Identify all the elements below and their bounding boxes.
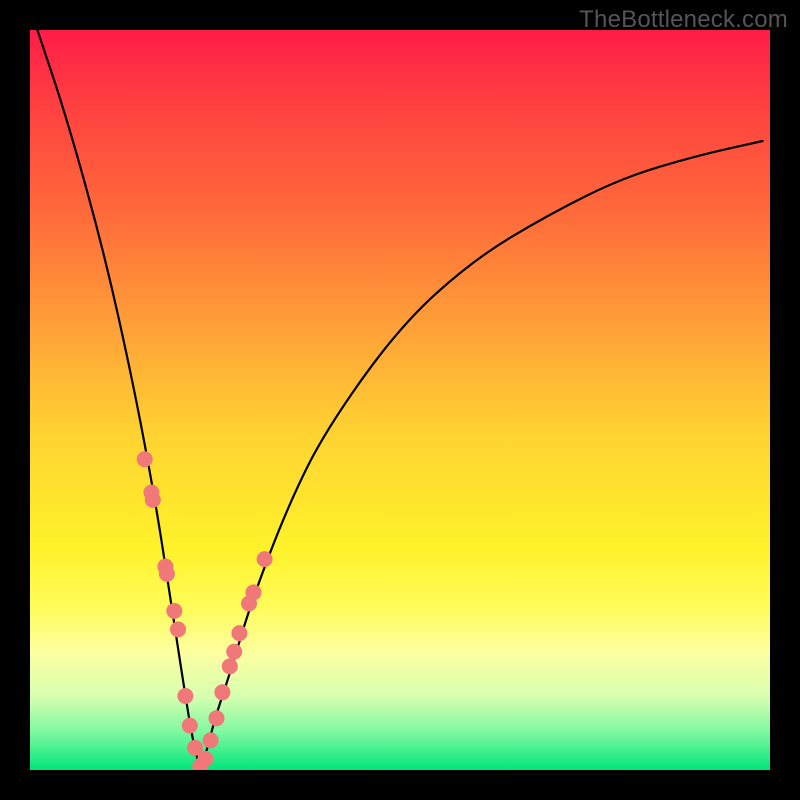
sample-dot xyxy=(209,710,225,726)
sample-dot xyxy=(197,751,213,767)
sample-dot xyxy=(226,644,242,660)
sample-dot xyxy=(214,684,230,700)
sample-dot xyxy=(182,718,198,734)
curve-svg xyxy=(30,30,770,770)
sample-dot xyxy=(246,584,262,600)
chart-frame: TheBottleneck.com xyxy=(0,0,800,800)
plot-area xyxy=(30,30,770,770)
sample-dot xyxy=(170,621,186,637)
sample-dots xyxy=(137,451,273,770)
sample-dot xyxy=(222,658,238,674)
sample-dot xyxy=(145,492,161,508)
sample-dot xyxy=(203,732,219,748)
sample-dot xyxy=(166,603,182,619)
sample-dot xyxy=(137,451,153,467)
sample-dot xyxy=(159,566,175,582)
sample-dot xyxy=(257,551,273,567)
bottleneck-curve xyxy=(37,30,762,764)
sample-dot xyxy=(177,688,193,704)
sample-dot xyxy=(231,625,247,641)
